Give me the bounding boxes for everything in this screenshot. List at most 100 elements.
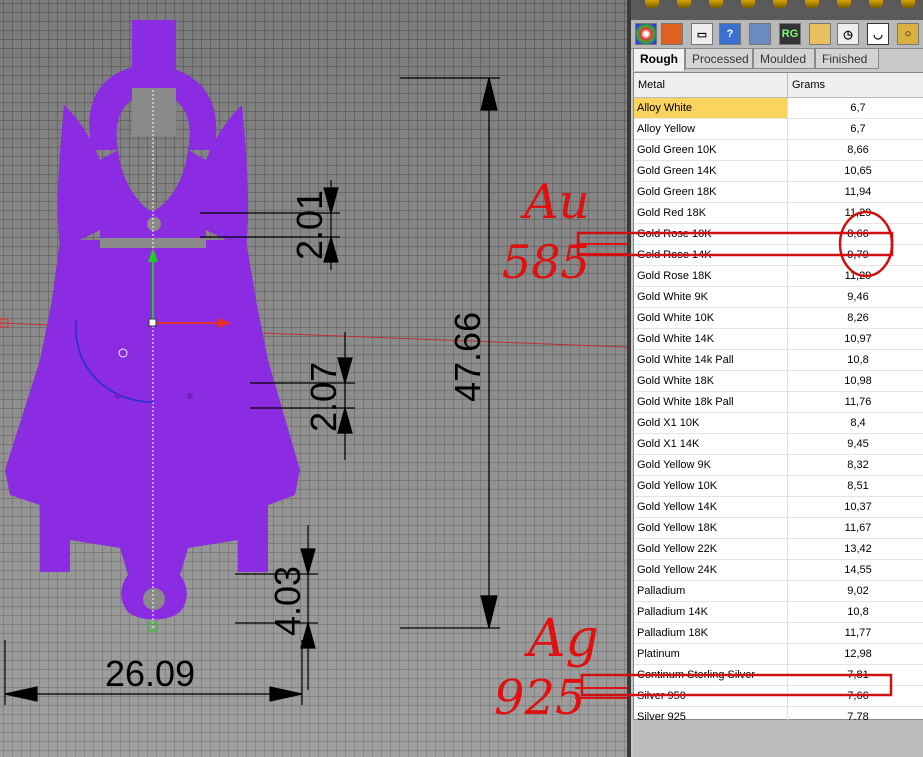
tab-processed[interactable]: Processed: [685, 48, 753, 69]
table-row[interactable]: Continum Sterling Silver 7,81: [634, 664, 923, 686]
grams-cell[interactable]: 14,55: [787, 559, 923, 581]
tab-rough[interactable]: Rough: [633, 48, 685, 71]
object-icon[interactable]: [749, 23, 771, 45]
metal-name-cell[interactable]: Gold Green 14K: [634, 160, 788, 182]
grams-cell[interactable]: 8,32: [787, 454, 923, 476]
grams-cell[interactable]: 8,51: [787, 475, 923, 497]
metal-name-cell[interactable]: Platinum: [634, 643, 788, 665]
metal-name-cell[interactable]: Gold White 14k Pall: [634, 349, 788, 371]
table-row[interactable]: Palladium 9,02: [634, 580, 923, 602]
gem-icon[interactable]: [837, 0, 851, 8]
table-row[interactable]: Gold Yellow 9K 8,32: [634, 454, 923, 476]
metal-name-cell[interactable]: Gold X1 10K: [634, 412, 788, 434]
metal-name-cell[interactable]: Gold Rose 14K: [634, 244, 788, 266]
tab-finished[interactable]: Finished: [815, 48, 879, 69]
grams-cell[interactable]: 7,66: [787, 685, 923, 707]
table-row[interactable]: Palladium 14K 10,8: [634, 601, 923, 623]
rgb-icon[interactable]: RG: [779, 23, 801, 45]
metal-name-cell[interactable]: Palladium 14K: [634, 601, 788, 623]
metal-name-cell[interactable]: Gold Green 18K: [634, 181, 788, 203]
table-row[interactable]: Gold White 18k Pall 11,76: [634, 391, 923, 413]
table-row[interactable]: Alloy Yellow 6,7: [634, 118, 923, 140]
grams-cell[interactable]: 6,7: [787, 118, 923, 140]
table-row[interactable]: Gold Yellow 24K 14,55: [634, 559, 923, 581]
table-row[interactable]: Gold Rose 14K 9,79: [634, 244, 923, 266]
table-row[interactable]: Gold Yellow 10K 8,51: [634, 475, 923, 497]
metal-name-cell[interactable]: Palladium 18K: [634, 622, 788, 644]
metal-name-cell[interactable]: Continum Sterling Silver: [634, 664, 788, 686]
metal-name-cell[interactable]: Gold White 18K: [634, 370, 788, 392]
table-row[interactable]: Gold Rose 10K 8,66: [634, 223, 923, 245]
grams-cell[interactable]: 11,29: [787, 202, 923, 224]
grams-cell[interactable]: 10,98: [787, 370, 923, 392]
help-icon[interactable]: ?: [719, 23, 741, 45]
grams-cell[interactable]: 9,79: [787, 244, 923, 266]
grams-cell[interactable]: 13,42: [787, 538, 923, 560]
cup-icon[interactable]: ◡: [867, 23, 889, 45]
table-row[interactable]: Gold Green 10K 8,66: [634, 139, 923, 161]
table-row[interactable]: Silver 950 7,66: [634, 685, 923, 707]
gem-icon[interactable]: [645, 0, 659, 8]
gem-icon[interactable]: [677, 0, 691, 8]
grams-cell[interactable]: 10,8: [787, 601, 923, 623]
gem-icon[interactable]: [869, 0, 883, 8]
metal-name-cell[interactable]: Gold Yellow 22K: [634, 538, 788, 560]
metal-name-cell[interactable]: Gold Red 18K: [634, 202, 788, 224]
metal-name-cell[interactable]: Gold Yellow 24K: [634, 559, 788, 581]
display-icon[interactable]: ▭: [691, 23, 713, 45]
table-row[interactable]: Gold White 18K 10,98: [634, 370, 923, 392]
metal-name-cell[interactable]: Palladium: [634, 580, 788, 602]
table-row[interactable]: Gold Rose 18K 11,29: [634, 265, 923, 287]
table-row[interactable]: Gold White 9K 9,46: [634, 286, 923, 308]
metal-name-cell[interactable]: Alloy White: [634, 97, 788, 119]
table-row[interactable]: Gold Yellow 18K 11,67: [634, 517, 923, 539]
grams-cell[interactable]: 8,4: [787, 412, 923, 434]
gem-icon[interactable]: [901, 0, 915, 8]
table-row[interactable]: Gold White 14K 10,97: [634, 328, 923, 350]
metal-name-cell[interactable]: Gold Green 10K: [634, 139, 788, 161]
grams-cell[interactable]: 11,67: [787, 517, 923, 539]
table-row[interactable]: Gold Green 14K 10,65: [634, 160, 923, 182]
grams-cell[interactable]: 6,7: [787, 97, 923, 119]
grams-cell[interactable]: 10,8: [787, 349, 923, 371]
grams-cell[interactable]: 9,02: [787, 580, 923, 602]
grams-cell[interactable]: 8,66: [787, 223, 923, 245]
metal-name-cell[interactable]: Gold White 18k Pall: [634, 391, 788, 413]
ring-icon[interactable]: ○: [897, 23, 919, 45]
gem-icon[interactable]: [741, 0, 755, 8]
grams-cell[interactable]: 9,45: [787, 433, 923, 455]
metal-name-cell[interactable]: Gold Rose 18K: [634, 265, 788, 287]
grams-cell[interactable]: 11,76: [787, 391, 923, 413]
table-row[interactable]: Gold X1 14K 9,45: [634, 433, 923, 455]
metal-name-cell[interactable]: Gold White 9K: [634, 286, 788, 308]
gem-icon[interactable]: [773, 0, 787, 8]
table-row[interactable]: Palladium 18K 11,77: [634, 622, 923, 644]
tab-moulded[interactable]: Moulded: [753, 48, 815, 69]
gem-icon[interactable]: [805, 0, 819, 8]
table-row[interactable]: Gold Green 18K 11,94: [634, 181, 923, 203]
color-wheel-icon[interactable]: [635, 23, 657, 45]
grams-cell[interactable]: 10,37: [787, 496, 923, 518]
grams-cell[interactable]: 9,46: [787, 286, 923, 308]
metal-name-cell[interactable]: Gold White 14K: [634, 328, 788, 350]
grams-cell[interactable]: 8,66: [787, 139, 923, 161]
table-row[interactable]: Gold Yellow 14K 10,37: [634, 496, 923, 518]
cad-viewport[interactable]: 2.01 2.07 47.66 4.03 26.09 Au 585 Ag 925: [0, 0, 627, 757]
render-icon[interactable]: [661, 23, 683, 45]
gizmo-origin[interactable]: [148, 318, 157, 327]
metal-name-cell[interactable]: Alloy Yellow: [634, 118, 788, 140]
clock-icon[interactable]: ◷: [837, 23, 859, 45]
table-row[interactable]: Gold White 10K 8,26: [634, 307, 923, 329]
grams-cell[interactable]: 11,29: [787, 265, 923, 287]
grams-cell[interactable]: 11,94: [787, 181, 923, 203]
grams-cell[interactable]: 12,98: [787, 643, 923, 665]
gem-icon[interactable]: [709, 0, 723, 8]
table-row[interactable]: Gold White 14k Pall 10,8: [634, 349, 923, 371]
grams-cell[interactable]: 10,97: [787, 328, 923, 350]
column-header-metal[interactable]: Metal: [634, 73, 788, 98]
gem-icon[interactable]: [809, 23, 831, 45]
table-row[interactable]: Gold X1 10K 8,4: [634, 412, 923, 434]
table-row[interactable]: Alloy White 6,7: [634, 97, 923, 119]
table-row[interactable]: Platinum 12,98: [634, 643, 923, 665]
metal-name-cell[interactable]: Gold Yellow 18K: [634, 517, 788, 539]
